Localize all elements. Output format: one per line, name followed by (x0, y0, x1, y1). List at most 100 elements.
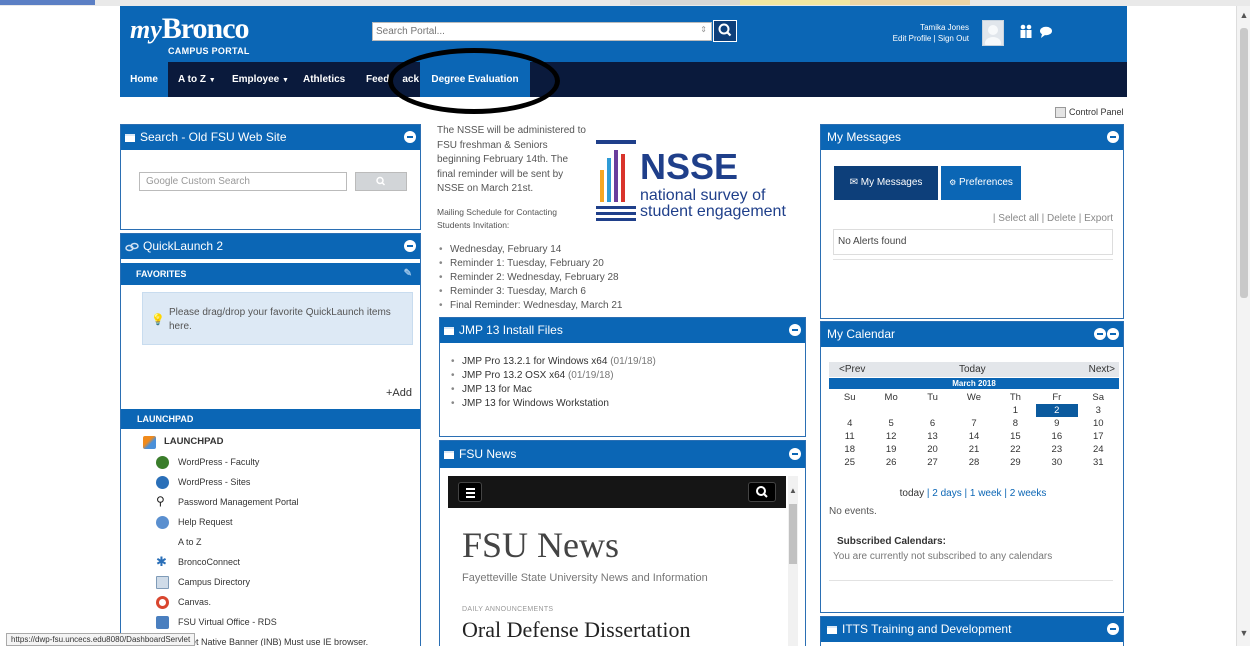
calendar-next[interactable]: Next> (1089, 362, 1115, 377)
edit-icon[interactable]: ✎ (404, 263, 412, 285)
nav-degree-evaluation[interactable]: Degree Evaluation (420, 62, 530, 97)
collapse-icon[interactable] (789, 448, 801, 460)
nsse-schedule-list: Wednesday, February 14 Reminder 1: Tuesd… (437, 243, 623, 313)
user-card-icon (1055, 107, 1066, 119)
calendar-month: March 2018 (829, 378, 1119, 389)
panel-header: Search - Old FSU Web Site (121, 125, 420, 150)
no-events-text: No events. (829, 506, 877, 517)
collapse-icon[interactable] (404, 240, 416, 252)
alerts-empty-state: No Alerts found (833, 229, 1113, 255)
tab-my-messages[interactable]: ✉ My Messages (834, 166, 938, 200)
launchpad-item-wordpress-sites[interactable]: WordPress - Sites (121, 472, 420, 492)
list-item: Wednesday, February 14 (437, 243, 623, 257)
news-topbar (448, 476, 786, 508)
control-panel-link[interactable]: Control Panel (1055, 107, 1124, 119)
launchpad-item-campus-directory[interactable]: Campus Directory (121, 572, 420, 592)
launchpad-item-broncoconnect[interactable]: ✱ BroncoConnect (121, 552, 420, 572)
tab-preferences[interactable]: ⚙ Preferences (941, 166, 1021, 200)
scroll-thumb[interactable] (1240, 28, 1248, 298)
portal-search-button[interactable] (713, 20, 737, 42)
nsse-pillar-icon (596, 140, 636, 221)
nav-feedback[interactable]: Feed ack (366, 62, 419, 97)
news-scrollbar[interactable]: ▲ (788, 476, 798, 646)
collapse-icon[interactable] (1107, 623, 1119, 635)
google-search-input[interactable]: Google Custom Search (139, 172, 347, 191)
caret-down-icon: ▼ (282, 77, 289, 84)
avatar[interactable] (982, 20, 1004, 49)
user-links[interactable]: Edit Profile | Sign Out (893, 33, 969, 44)
launchpad-heading: LAUNCHPAD (121, 432, 420, 452)
launchpad-list: LAUNCHPAD WordPress - Faculty WordPress … (121, 432, 420, 646)
news-kicker: DAILY ANNOUNCEMENTS (462, 606, 554, 613)
nsse-announcement: The NSSE will be administered to FSU fre… (437, 124, 807, 316)
logo-bronco: Bronco (161, 12, 250, 45)
lightbulb-icon: 💡 (151, 314, 165, 326)
news-story-title[interactable]: Oral Defense Dissertation (462, 617, 690, 643)
calendar-selected-day[interactable]: 2 (1036, 404, 1078, 417)
people-icon[interactable] (1019, 24, 1033, 40)
nsse-intro-text: The NSSE will be administered to FSU fre… (437, 125, 586, 194)
panel-icon (827, 625, 837, 634)
calendar-weekdays: Su Mo Tu We Th Fr Sa (843, 392, 1105, 403)
list-item[interactable]: JMP 13 for Mac (449, 383, 656, 397)
favorites-dropzone[interactable]: 💡 Please drag/drop your favorite QuickLa… (142, 292, 413, 345)
jmp-install-panel: JMP 13 Install Files JMP Pro 13.2.1 for … (439, 317, 806, 437)
page-scrollbar[interactable]: ▲ ▼ (1236, 6, 1250, 646)
scroll-up-arrow[interactable]: ▲ (1239, 10, 1249, 20)
user-info: Tamika Jones Edit Profile | Sign Out (893, 22, 969, 44)
calendar-week: 4 5 6 7 8 9 10 (847, 418, 1104, 429)
collapse-icon[interactable] (789, 324, 801, 336)
calendar-today[interactable]: Today (959, 362, 986, 377)
calendar-week: 11 12 13 14 15 16 17 (844, 431, 1104, 442)
nav-athletics[interactable]: Athletics (303, 62, 345, 97)
launchpad-item-help-request[interactable]: Help Request (121, 512, 420, 532)
chat-bubble-icon[interactable] (1039, 26, 1053, 38)
nav-employee[interactable]: Employee ▼ (232, 62, 289, 97)
nsse-logo-line2: student engagement (640, 203, 786, 220)
rocket-icon (143, 436, 156, 449)
hamburger-menu-icon[interactable] (458, 482, 482, 502)
portal-search-input[interactable] (373, 23, 693, 40)
search-icon (718, 23, 732, 37)
list-item[interactable]: JMP 13 for Windows Workstation (449, 397, 656, 411)
portal-search-box: ⇕ (372, 22, 712, 41)
list-item[interactable]: JMP Pro 13.2.1 for Windows x64 (01/19/18… (449, 355, 656, 369)
collapse-icon[interactable] (404, 131, 416, 143)
virtual-office-icon (156, 616, 169, 629)
news-search-icon[interactable] (748, 482, 776, 502)
nav-home[interactable]: Home (120, 62, 168, 97)
avatar-silhouette-icon (985, 25, 1001, 49)
list-item[interactable]: JMP Pro 13.2 OSX x64 (01/19/18) (449, 369, 656, 383)
launchpad-item-canvas[interactable]: Canvas. (121, 592, 420, 612)
panel-header: My Calendar (821, 322, 1123, 347)
message-actions[interactable]: | Select all | Delete | Export (993, 213, 1113, 224)
news-masthead: FSU News (462, 525, 620, 565)
scroll-up-arrow[interactable]: ▲ (789, 486, 797, 495)
portal-header: myBronco CAMPUS PORTAL ⇕ Tamika Jones Ed… (120, 6, 1127, 62)
calendar-week: 18 19 20 21 22 23 24 (844, 444, 1104, 455)
mybronco-logo[interactable]: myBronco CAMPUS PORTAL (130, 12, 250, 56)
options-icon[interactable] (1094, 328, 1106, 340)
launchpad-item-a-to-z[interactable]: A to Z (121, 532, 420, 552)
list-item: Reminder 1: Tuesday, February 20 (437, 257, 623, 271)
launchpad-item-password-portal[interactable]: ⚲ Password Management Portal (121, 492, 420, 512)
collapse-icon[interactable] (1107, 328, 1119, 340)
drag-hint-text: Please drag/drop your favorite QuickLaun… (169, 307, 391, 332)
calendar-range-links[interactable]: today | 2 days | 1 week | 2 weeks (821, 488, 1123, 499)
list-item: Reminder 3: Tuesday, March 6 (437, 285, 623, 299)
nsse-logo: NSSE national survey of student engageme… (592, 132, 807, 228)
nav-a-to-z[interactable]: A to Z ▼ (178, 62, 216, 97)
scroll-thumb[interactable] (789, 504, 797, 564)
calendar-week: 25 26 27 28 29 30 31 (844, 457, 1104, 468)
google-search-button[interactable] (355, 172, 407, 191)
scroll-down-arrow[interactable]: ▼ (1239, 628, 1249, 638)
collapse-icon[interactable] (1107, 131, 1119, 143)
calendar-prev[interactable]: <Prev (839, 362, 865, 377)
launchpad-item-virtual-office[interactable]: FSU Virtual Office - RDS (121, 612, 420, 632)
launchpad-bar: LAUNCHPAD (121, 409, 420, 429)
panel-header: FSU News (440, 441, 805, 468)
add-favorite-link[interactable]: +Add (386, 387, 412, 399)
panel-header: JMP 13 Install Files (440, 318, 805, 343)
panel-icon (444, 326, 454, 335)
launchpad-item-wordpress-faculty[interactable]: WordPress - Faculty (121, 452, 420, 472)
